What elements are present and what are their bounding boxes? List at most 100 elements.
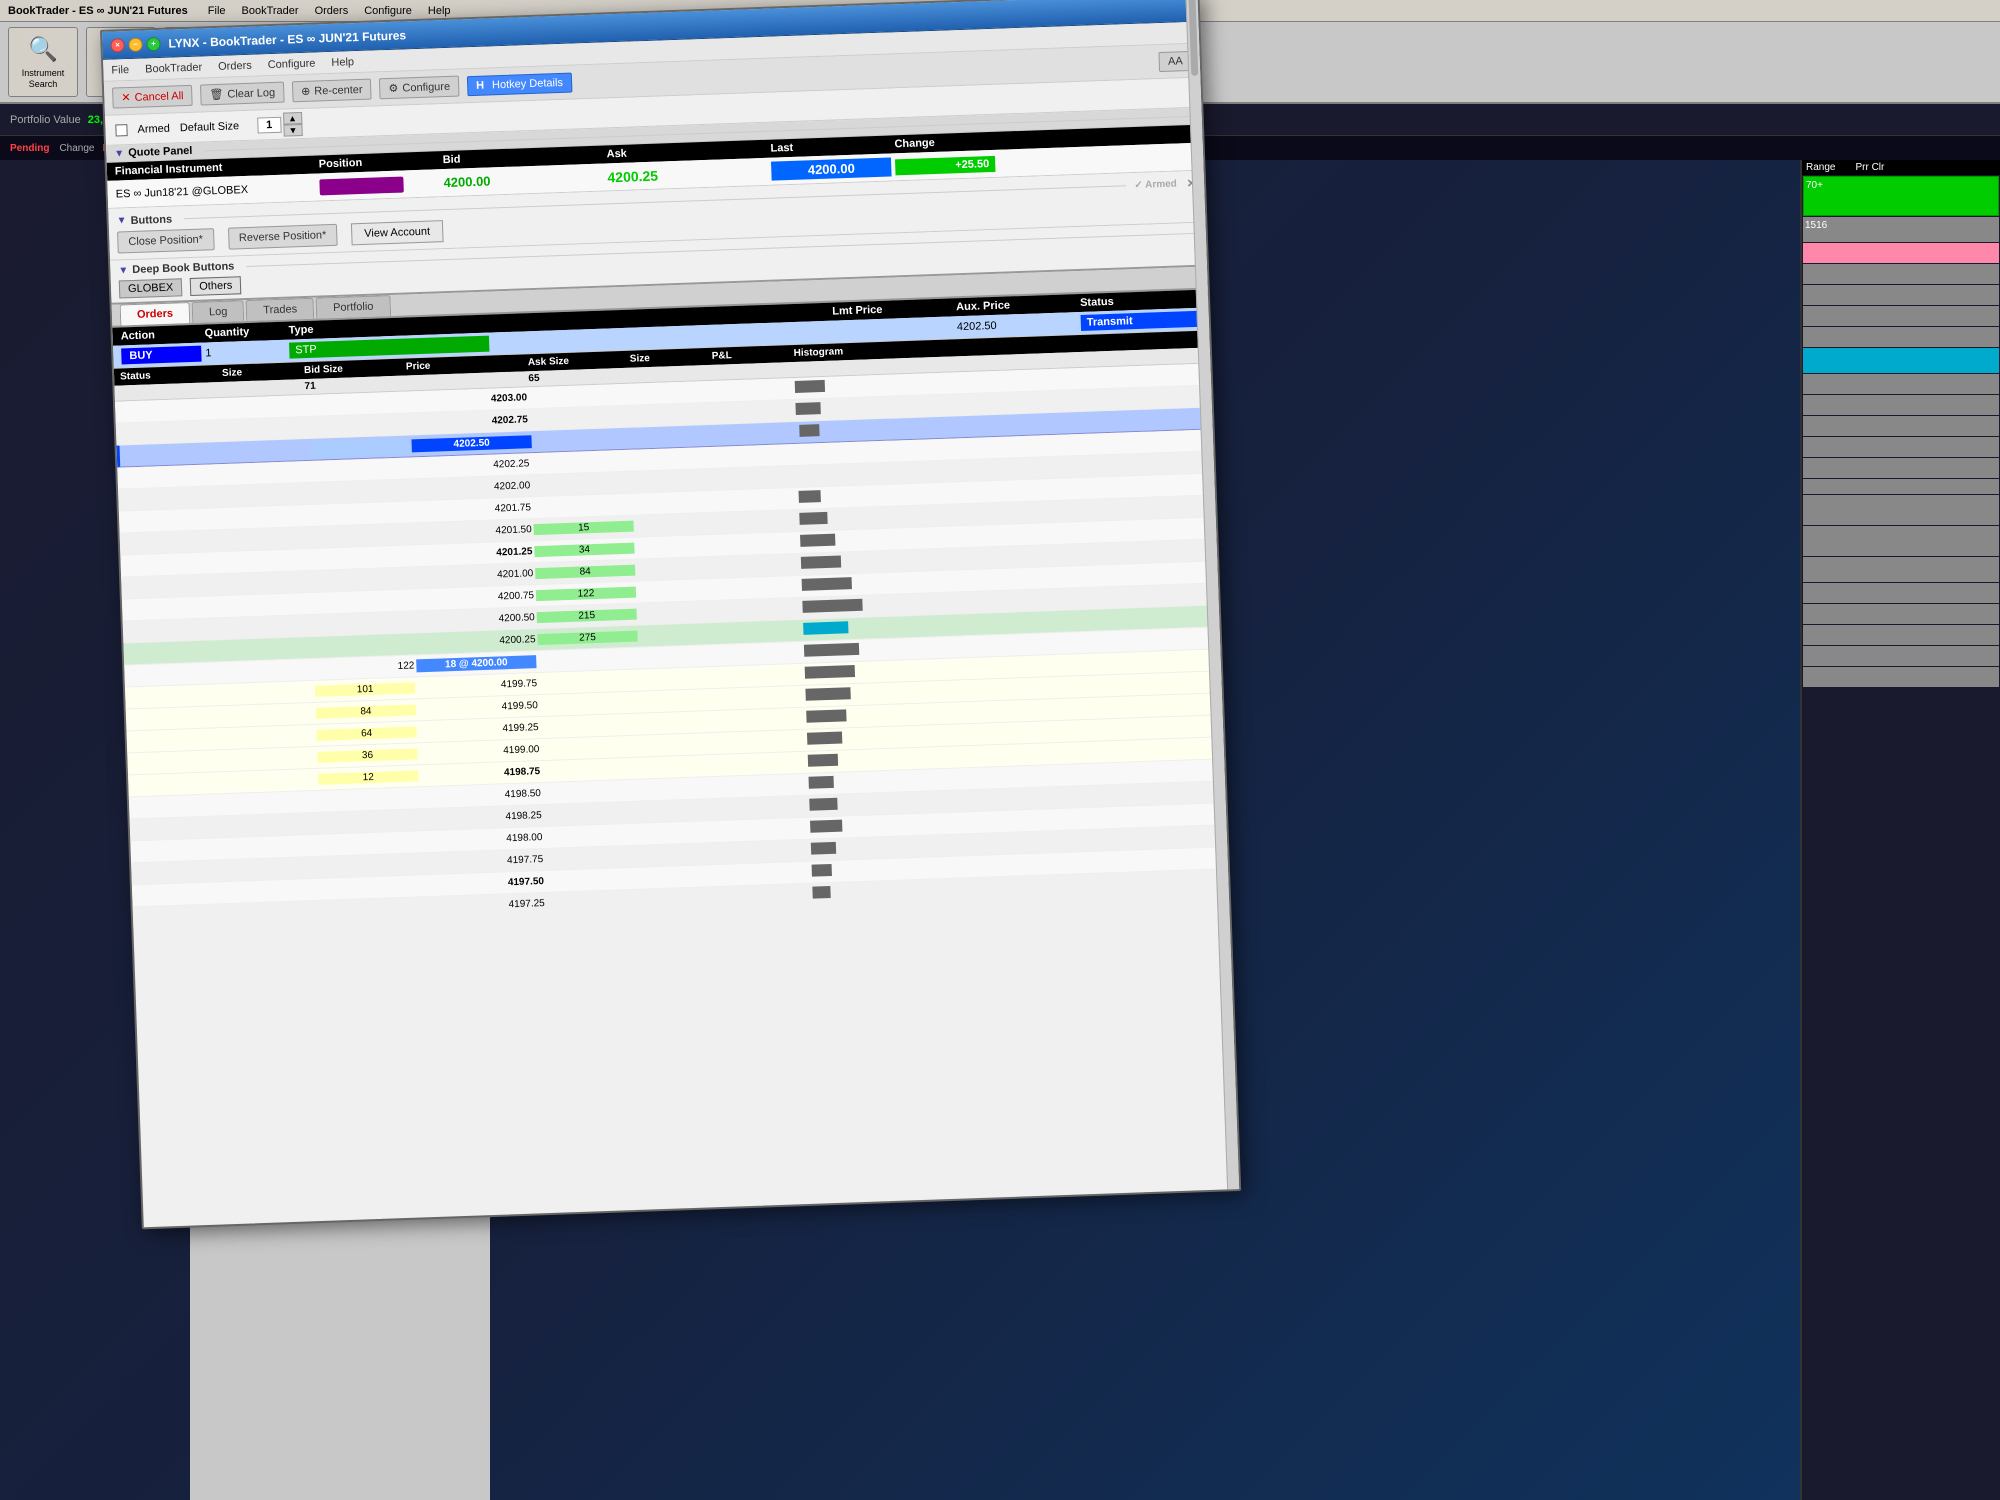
pr-pl: [726, 762, 806, 765]
tab-portfolio[interactable]: Portfolio: [316, 295, 391, 319]
search-icon: 🔍: [28, 35, 58, 64]
menu-configure[interactable]: Configure: [364, 5, 412, 17]
pr-s2: [641, 677, 721, 680]
win-menu-orders[interactable]: Orders: [218, 59, 252, 72]
pr-size: [239, 867, 319, 870]
pr-size: [238, 823, 318, 826]
menu-booktrader[interactable]: BookTrader: [242, 5, 299, 17]
pr-s2: [647, 853, 727, 856]
cancel-all-button[interactable]: ✕ Cancel All: [112, 85, 193, 109]
view-account-button[interactable]: View Account: [351, 220, 444, 245]
window-close-button[interactable]: ×: [110, 38, 124, 52]
pr-s2: [636, 523, 716, 526]
bas-status: [120, 384, 220, 398]
pr-bid-size: 122: [314, 660, 414, 674]
right-green-value: 70+: [1804, 178, 1825, 193]
pr-status: [130, 650, 230, 653]
close-position-button[interactable]: Close Position*: [117, 228, 214, 253]
pr-s2: [637, 567, 717, 570]
pr-size: [237, 801, 317, 804]
pr-pl: [728, 806, 808, 809]
pr-bid: [319, 798, 419, 801]
hotkey-details-button[interactable]: H Hotkey Details: [467, 72, 573, 96]
hotkey-label: H: [476, 79, 484, 91]
globex-button[interactable]: GLOBEX: [119, 278, 183, 298]
pr-ask: [543, 790, 643, 793]
win-menu-configure[interactable]: Configure: [268, 57, 316, 71]
toolbar-spacer: [580, 62, 1151, 82]
pr-pl: [715, 454, 795, 457]
pr-pl: [719, 564, 799, 567]
others-button[interactable]: Others: [190, 276, 242, 296]
tab-trades[interactable]: Trades: [246, 298, 315, 321]
view-account-label: View Account: [364, 226, 430, 240]
right-pink-block: [1803, 243, 1999, 263]
win-menu-booktrader[interactable]: BookTrader: [145, 61, 202, 75]
pr-size: [226, 472, 306, 475]
pr-price: 4199.75: [417, 678, 537, 693]
right-gray-block19: [1803, 667, 1999, 687]
recenter-button[interactable]: ⊕ Re-center: [292, 79, 372, 103]
pr-ask: [530, 416, 630, 419]
pr-pl: [727, 784, 807, 787]
pr-bid: [321, 864, 421, 867]
pr-size: [223, 406, 303, 409]
buttons-section-title: Buttons: [130, 213, 172, 226]
win-menu-file[interactable]: File: [111, 64, 129, 77]
pr-s2: [640, 655, 720, 658]
pr-bid: [313, 622, 413, 625]
plh-ask-size: Ask Size: [528, 354, 628, 368]
configure-btn[interactable]: ⚙ Configure: [379, 76, 459, 100]
instrument-search-label: Instrument Search: [9, 68, 77, 90]
pr-status: [121, 408, 221, 411]
reverse-position-button[interactable]: Reverse Position*: [228, 224, 338, 250]
pr-bid-size: 12: [318, 770, 418, 784]
oh-aux-price: Aux. Price: [956, 297, 1076, 313]
pr-bid: [321, 842, 421, 845]
right-gray-block7: [1803, 395, 1999, 415]
cancel-all-icon: ✕: [121, 91, 131, 104]
pr-status: [133, 738, 233, 741]
menu-orders[interactable]: Orders: [315, 5, 349, 17]
reverse-position-label: Reverse Position*: [239, 229, 327, 244]
q-position-bar: [319, 176, 404, 195]
stepper-up[interactable]: ▲: [283, 112, 302, 125]
right-gray-value1: 1516: [1803, 218, 1829, 233]
scrollbar-thumb[interactable]: [1188, 22, 1198, 76]
tab-orders[interactable]: Orders: [120, 302, 191, 325]
pr-size: [232, 669, 312, 672]
pr-ask-size: 84: [535, 565, 635, 579]
pr-status: [125, 518, 225, 521]
pr-price: 4198.75: [420, 766, 540, 781]
right-gray-block15: [1803, 583, 1999, 603]
right-gray-block17: [1803, 625, 1999, 645]
stepper-down[interactable]: ▼: [283, 124, 302, 137]
menu-help[interactable]: Help: [428, 5, 451, 17]
win-menu-help[interactable]: Help: [331, 56, 354, 69]
window-minimize-button[interactable]: −: [128, 37, 142, 51]
clear-log-button[interactable]: 🗑 Clear Log: [200, 82, 284, 106]
oh-action: Action: [120, 328, 200, 343]
plh-pl: P&L: [712, 348, 792, 362]
pr-size: [224, 428, 304, 431]
pr-status: [138, 892, 238, 895]
pr-ask: [547, 900, 647, 903]
instrument-search-button[interactable]: 🔍 Instrument Search: [8, 27, 78, 97]
pr-ask-size: 34: [534, 543, 634, 557]
size-stepper[interactable]: 1 ▲ ▼: [257, 112, 303, 138]
bas-size2: [630, 367, 710, 381]
right-gray-block1: 1516: [1803, 217, 1999, 242]
order-status[interactable]: Transmit: [1081, 311, 1201, 331]
armed-checkbox[interactable]: [115, 124, 127, 136]
pr-bid: [312, 600, 412, 603]
menu-file[interactable]: File: [208, 5, 226, 17]
window-maximize-button[interactable]: +: [146, 36, 160, 50]
pr-status: [131, 672, 231, 675]
range-header: Range: [1806, 162, 1835, 173]
bas-pl: [712, 364, 792, 378]
plh-size: Size: [222, 365, 302, 379]
tab-log[interactable]: Log: [192, 300, 245, 323]
pr-pl: [722, 652, 802, 655]
pr-price: 4198.00: [422, 832, 542, 847]
pr-price: 4197.25: [425, 898, 545, 913]
